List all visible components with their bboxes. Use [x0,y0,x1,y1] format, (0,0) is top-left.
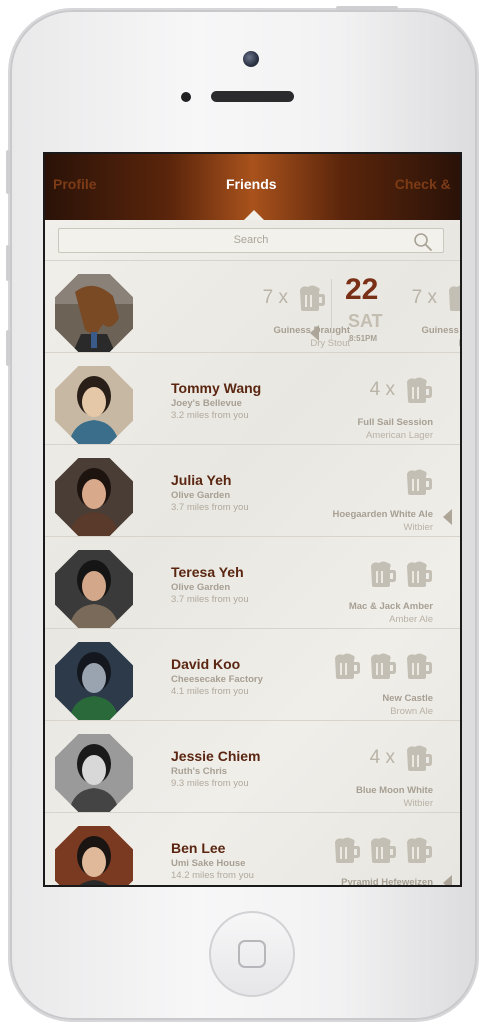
home-square-icon [238,940,266,968]
search-input[interactable]: Search [59,234,443,246]
beer-mug-icon [407,653,432,679]
friend-location: Olive Garden [171,582,231,593]
friend-location: Cheesecake Factory [171,674,263,685]
beer-count [331,834,433,866]
chevron-left-icon[interactable] [443,875,452,885]
beer-mug-icon [407,561,432,587]
tab-profile[interactable]: Profile [53,176,97,192]
checkin-day-number: 22 [345,273,379,306]
proximity-sensor [181,92,191,102]
friend-distance: 14.2 miles from you [171,870,254,881]
friend-name[interactable]: Julia Yeh [171,472,231,488]
divider [331,279,332,341]
mug-count: 4 x [369,379,395,400]
beer-mug-icon [335,653,360,679]
volume-down-button [6,330,10,366]
friend-avatar [55,550,133,628]
friend-distance: 3.7 miles from you [171,502,249,513]
beer-mug-icon [300,285,325,311]
beer-name: Blue Moon White [355,785,433,796]
beer-count: 4 x [370,742,433,774]
beer-mug-icon [449,285,460,311]
beer-style: Witbier [403,522,433,533]
mug-count: 7 x [262,287,288,308]
friend-avatar [55,734,133,812]
friend-location: Joey's Bellevue [171,398,242,409]
beer-count: 4 x [370,374,433,406]
beer-mug-icon [371,561,396,587]
friend-name[interactable]: Teresa Yeh [171,564,244,580]
home-button[interactable] [209,911,295,997]
search-bar[interactable]: Search [58,228,444,253]
earpiece-speaker [211,91,294,102]
friend-avatar [55,642,133,720]
beer-mug-icon [371,653,396,679]
friend-distance: 3.2 miles from you [171,410,249,421]
beer-style: Amber Ale [389,614,433,625]
friend-location: Umi Sake House [171,858,246,869]
beer-mug-icon [407,837,432,863]
friend-row[interactable]: Ben Lee Umi Sake House 14.2 miles from you… [45,812,460,887]
overflow-beer-style: Dry Stout [458,338,460,349]
beer-name: Full Sail Session [357,417,434,428]
beer-count [367,558,433,590]
beer-style: Witbier [403,798,433,809]
friend-name[interactable]: Tommy Wang [171,380,261,396]
checkin-time: 8:51PM [349,334,378,343]
friend-distance: 4.1 miles from you [171,686,249,697]
my-avatar [55,274,133,352]
friend-avatar [55,458,133,536]
volume-up-button [6,245,10,281]
tab-check-rate[interactable]: Check & Rate [367,176,451,192]
active-tab-indicator [244,210,264,220]
friend-location: Ruth's Chris [171,766,228,777]
mug-count: 4 x [369,747,395,768]
power-button [336,6,398,10]
beer-mug-icon [407,377,432,403]
friend-name[interactable]: Ben Lee [171,840,225,856]
overflow-beer-count: 7 x [411,282,460,314]
friend-row[interactable]: Jessie Chiem Ruth's Chris 9.3 miles from y… [45,720,460,813]
friend-row[interactable]: Tommy Wang Joey's Bellevue 3.2 miles from … [45,352,460,445]
friend-row[interactable]: Teresa Yeh Olive Garden 3.7 miles from you… [45,536,460,629]
beer-mug-icon [371,837,396,863]
tab-friends[interactable]: Friends [226,176,277,192]
friends-list: Search 7 x Guiness Draught Dry Stout 22 … [45,220,460,887]
beer-name: Hoegaarden White Ale [332,509,433,520]
beer-style: Brown Ale [390,706,433,717]
overflow-beer-name: Guiness Draught [421,325,460,336]
beer-name: Mac & Jack Amber [348,601,433,612]
friend-name[interactable]: Jessie Chiem [171,748,261,764]
beer-mug-icon [407,745,432,771]
friend-avatar [55,366,133,444]
beer-name: Pyramid Hefeweizen [341,877,433,887]
friend-row[interactable]: David Koo Cheesecake Factory 4.1 miles fro… [45,628,460,721]
beer-mug-icon [335,837,360,863]
beer-name: New Castle [382,693,433,704]
search-icon[interactable] [413,232,433,252]
checkin-weekday: SAT [348,311,383,331]
my-beer-count: 7 x [263,282,326,314]
mug-count: 7 x [411,287,437,308]
my-checkin-row[interactable]: 7 x Guiness Draught Dry Stout 22 SAT 8:5… [45,260,460,353]
friend-distance: 9.3 miles from you [171,778,249,789]
chevron-left-icon[interactable] [310,325,319,341]
beer-count [331,650,433,682]
front-camera [243,51,259,67]
beer-mug-icon [407,469,432,495]
mute-switch [6,150,10,194]
friend-avatar [55,826,133,887]
friend-distance: 3.7 miles from you [171,594,249,605]
app-screen: Profile Friends Check & Rate Search 7 x [43,152,462,887]
friend-row[interactable]: Julia Yeh Olive Garden 3.7 miles from you H… [45,444,460,537]
navigation-bar: Profile Friends Check & Rate [45,154,460,220]
friend-name[interactable]: David Koo [171,656,240,672]
friend-location: Olive Garden [171,490,231,501]
beer-count [403,466,433,498]
beer-style: American Lager [365,430,433,441]
chevron-left-icon[interactable] [443,509,452,525]
